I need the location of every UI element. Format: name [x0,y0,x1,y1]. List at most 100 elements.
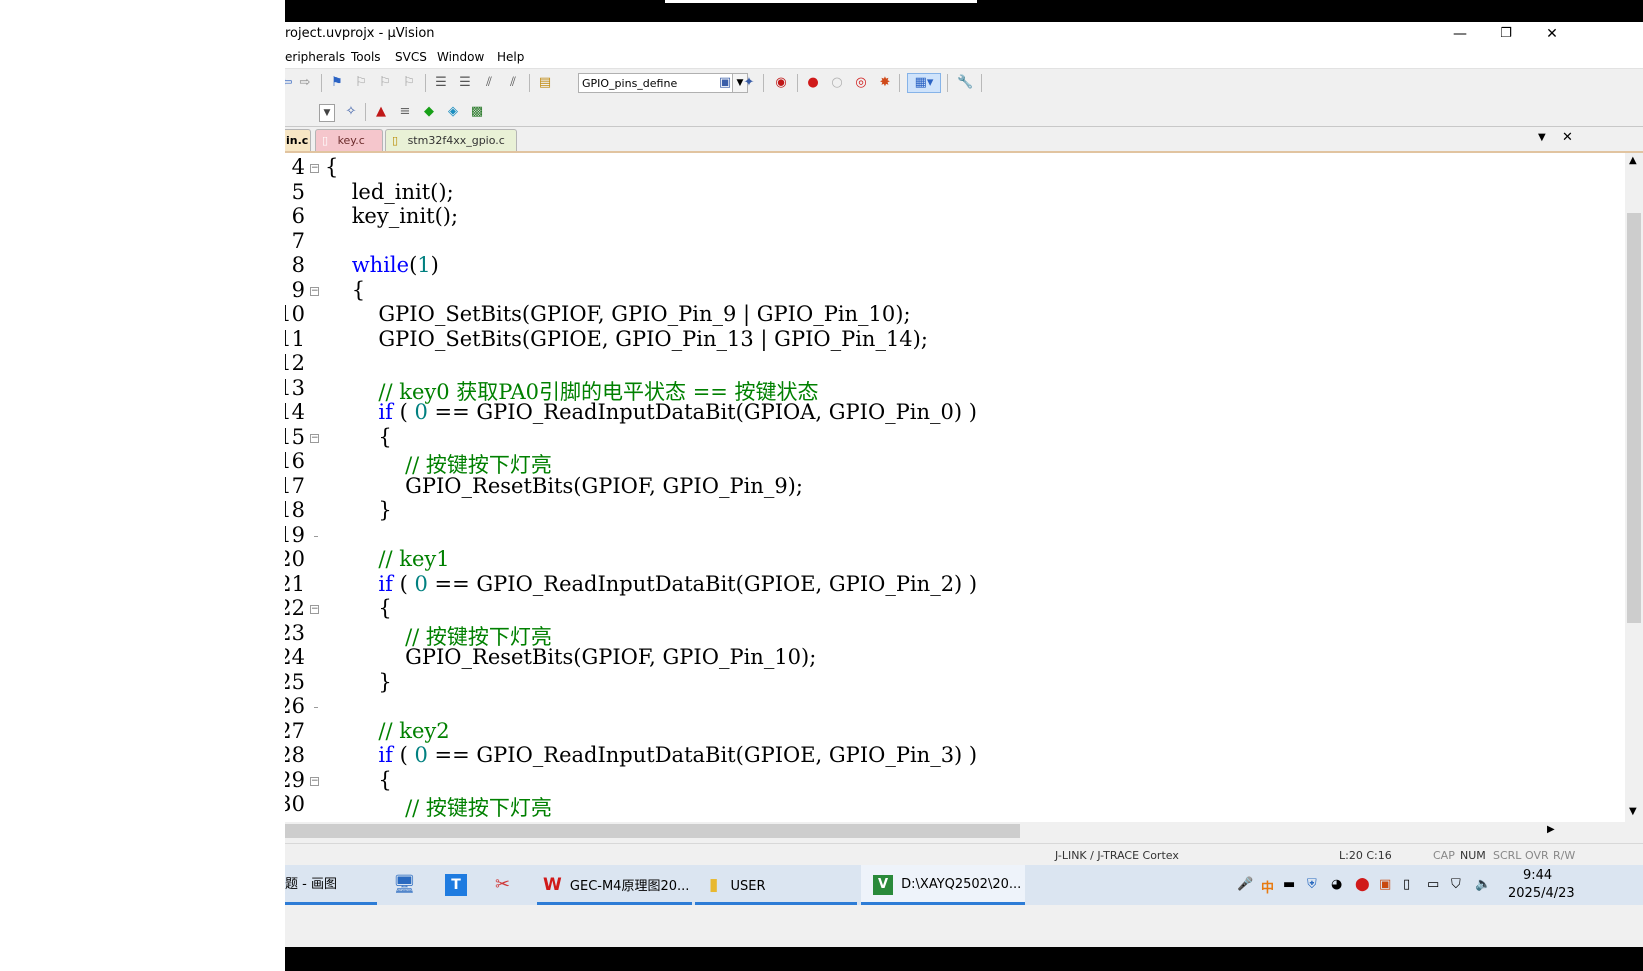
forward-icon[interactable]: ⇨ [297,75,313,91]
volume-icon[interactable]: 🔈 [1475,877,1491,892]
usb-icon[interactable]: ▯ [1403,877,1410,892]
target-options-icon[interactable]: ✧ [343,104,359,120]
menu-help[interactable]: Help [497,50,524,64]
scroll-up-icon[interactable]: ▲ [1629,155,1637,166]
code-editor[interactable]: 4−56789−101112131415−16171819202122−2324… [285,153,1625,822]
comment-icon[interactable]: ⫽ [481,75,497,91]
scroll-right-icon[interactable]: ▶ [1547,824,1555,835]
toolbar-build: ⇦ ⇨ ⚑ ⚐ ⚐ ⚐ ☰ ☰ ⫽ ⫽ ▤ GPIO_pins_define ▼… [285,69,1643,97]
find-in-files-icon[interactable]: ▤ [537,75,553,91]
code-line[interactable]: // 按键按下灯亮 [325,792,552,822]
fold-toggle-icon[interactable]: − [310,164,319,173]
close-tab-button[interactable]: ✕ [1562,130,1573,145]
code-line[interactable]: { [325,425,391,449]
code-line[interactable]: { [325,278,365,302]
incremental-find-icon[interactable]: ✦ [741,75,757,91]
code-text: ( 0 == GPIO_ReadInputDataBit(GPIOE, GPIO… [392,743,978,767]
snipping-icon[interactable]: ✂ [495,865,510,905]
taskbar-folder-user[interactable]: ▮ USER [695,865,857,905]
fold-toggle-icon[interactable]: − [310,776,319,786]
tab-list-dropdown[interactable]: ▼ [1538,132,1546,143]
tab-main-c[interactable]: in.c [285,129,311,151]
network-icon[interactable]: ▭ [1427,877,1439,892]
menu-window[interactable]: Window [437,50,484,64]
desktop-icon[interactable]: 🖥 [393,865,416,905]
restore-button[interactable]: ❐ [1483,22,1529,46]
bookmark-clear-icon[interactable]: ⚐ [401,75,417,91]
software-packs-icon[interactable]: ▩ [469,104,485,120]
manage-components-icon[interactable]: ▲ [373,104,389,120]
breakpoint-disable-icon[interactable]: ◎ [853,75,869,91]
taskbar: 题 - 画图 🖥 T ✂ W GEC-M4原理图20... ▮ USER V D… [285,865,1643,905]
code-line[interactable]: // key1 [325,547,450,571]
taskbar-user-label: USER [730,879,766,894]
select-packs-icon[interactable]: ≡ [397,104,413,120]
menu-peripherals[interactable]: eripherals [285,50,345,64]
breakpoint-insert-icon[interactable]: ● [805,75,821,91]
taskbar-wps[interactable]: W GEC-M4原理图20... [537,865,692,905]
code-line[interactable]: { [325,596,391,620]
debug-session-icon[interactable]: ◉ [773,75,789,91]
bookmark-prev-icon[interactable]: ⚐ [353,75,369,91]
line-number: 25 [285,669,305,694]
window-layout-icon[interactable]: ▦▾ [907,73,941,93]
breakpoint-enable-icon[interactable]: ○ [829,75,845,91]
qq-icon[interactable]: ◕ [1331,877,1342,892]
code-line[interactable]: { [325,768,391,792]
code-line[interactable]: GPIO_SetBits(GPIOF, GPIO_Pin_9 | GPIO_Pi… [325,302,910,326]
taskbar-uvision[interactable]: V D:\XAYQ2502\20... [861,865,1025,905]
code-line[interactable]: // key2 [325,719,449,743]
code-line[interactable]: if ( 0 == GPIO_ReadInputDataBit(GPIOE, G… [325,743,977,767]
minimize-button[interactable]: — [1437,22,1483,46]
chevron-down-icon[interactable]: ▼ [319,104,335,122]
code-line[interactable]: key_init(); [325,204,458,228]
indent-icon[interactable]: ☰ [433,75,449,91]
taskbar-paint-label: 题 - 画图 [285,877,337,892]
find-icon[interactable]: ▣ [717,75,733,91]
tab-key-c[interactable]: ▯ key.c [315,129,383,151]
battery-icon[interactable]: ▬ [1283,877,1295,892]
code-line[interactable]: } [325,670,391,694]
line-number: 20 [285,547,305,571]
code-line[interactable]: GPIO_ResetBits(GPIOF, GPIO_Pin_9); [325,474,803,498]
fold-toggle-icon[interactable]: − [310,605,319,614]
run-time-env-icon[interactable]: ◆ [421,104,437,120]
code-line[interactable]: GPIO_SetBits(GPIOE, GPIO_Pin_13 | GPIO_P… [325,327,928,351]
horizontal-scrollbar[interactable]: ▶ [285,822,1625,840]
code-line[interactable]: GPIO_ResetBits(GPIOF, GPIO_Pin_10); [325,645,816,669]
code-text: { [325,277,366,302]
menu-svcs[interactable]: SVCS [395,50,427,64]
code-line[interactable]: while(1) [325,253,439,277]
antivirus-icon[interactable]: ⬤ [1355,877,1370,892]
app-tray-icon[interactable]: ▣ [1379,877,1391,892]
fold-toggle-icon[interactable]: − [310,286,319,296]
back-icon[interactable]: ⇦ [285,75,295,91]
code-line[interactable]: if ( 0 == GPIO_ReadInputDataBit(GPIOE, G… [325,572,977,596]
code-line[interactable]: } [325,498,391,522]
uncomment-icon[interactable]: ⫽ [505,75,521,91]
code-comment: // key1 [378,547,450,571]
tab-stm32f4xx-gpio-c[interactable]: ▯ stm32f4xx_gpio.c [385,129,517,151]
unindent-icon[interactable]: ☰ [457,75,473,91]
menu-tools[interactable]: Tools [351,50,381,64]
code-line[interactable]: led_init(); [325,180,454,204]
fold-toggle-icon[interactable]: − [310,433,319,443]
vertical-scroll-thumb[interactable] [1627,213,1641,623]
ime-icon[interactable]: 中 [1261,877,1274,896]
pack-installer-icon[interactable]: ◈ [445,104,461,120]
close-button[interactable]: ✕ [1529,22,1575,46]
t-app-icon[interactable]: T [445,874,467,896]
bookmark-icon[interactable]: ⚑ [329,75,345,91]
code-line[interactable]: { [325,155,338,179]
breakpoint-kill-icon[interactable]: ✸ [877,75,893,91]
code-line[interactable]: if ( 0 == GPIO_ReadInputDataBit(GPIOA, G… [325,400,977,424]
bookmark-next-icon[interactable]: ⚐ [377,75,393,91]
vertical-scrollbar[interactable]: ▲ ▼ [1625,153,1643,822]
scroll-down-icon[interactable]: ▼ [1629,806,1637,817]
security-icon[interactable]: ⛨ [1307,877,1317,892]
configure-icon[interactable]: 🔧 [957,75,973,91]
taskbar-paint[interactable]: 题 - 画图 [285,865,377,905]
microphone-icon[interactable]: 🎤 [1237,877,1253,892]
horizontal-scroll-thumb[interactable] [285,824,1020,838]
shield-icon[interactable]: ⛉ [1451,877,1461,892]
